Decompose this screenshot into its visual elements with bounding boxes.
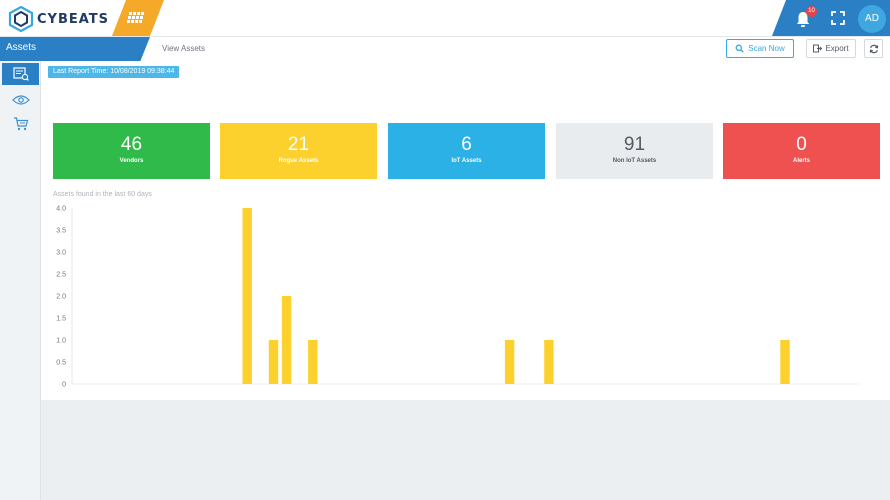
cart-scan-icon (13, 117, 28, 131)
breadcrumb[interactable]: View Assets (162, 44, 205, 53)
export-label: Export (825, 44, 849, 53)
y-tick-label: 2.0 (56, 294, 66, 301)
top-bar: CYBEATS 10 AD (0, 0, 890, 36)
chart-bar[interactable] (268, 340, 279, 384)
rogue-assets-count: 21 (287, 134, 310, 155)
y-tick-label: 3.5 (56, 228, 66, 235)
export-button[interactable]: Export (806, 39, 856, 58)
scan-now-button[interactable]: Scan Now (726, 39, 794, 58)
refresh-icon (869, 44, 878, 53)
sidebar-item-devices[interactable] (2, 89, 39, 111)
cybeats-logo[interactable]: CYBEATS (8, 6, 109, 32)
y-tick-label: 4.0 (56, 206, 66, 213)
sidebar-item-view-assets[interactable] (2, 63, 39, 85)
eye-icon (11, 95, 30, 105)
chart-bar[interactable] (308, 340, 318, 384)
y-tick-label: 3.0 (56, 250, 66, 257)
non-iot-assets-count: 91 (623, 134, 646, 155)
scan-now-label: Scan Now (748, 44, 785, 53)
alerts-label: Alerts (792, 158, 810, 164)
assets-bar-chart: 0 0.5 1.0 1.5 2.0 2.5 3.0 3.5 4.0 (56, 206, 859, 389)
iot-assets-count: 6 (461, 134, 472, 155)
rogue-assets-label: Rogue Assets (278, 158, 319, 164)
y-tick-label: 1.0 (56, 338, 66, 345)
non-iot-assets-label: Non IoT Assets (612, 158, 657, 164)
y-tick-label: 0.5 (56, 360, 66, 367)
fullscreen-icon[interactable] (830, 10, 846, 26)
sidebar (0, 61, 41, 500)
alerts-count: 0 (796, 134, 807, 155)
chart-bar[interactable] (780, 340, 790, 384)
chart-bar[interactable] (242, 208, 252, 384)
vendors-card[interactable]: 46 Vendors (53, 123, 210, 179)
search-icon (735, 44, 745, 53)
y-tick-label: 2.5 (56, 272, 66, 279)
apps-button[interactable] (112, 0, 164, 36)
apps-grid-icon (112, 0, 164, 36)
chart-title: Assets found in the last 60 days (53, 191, 152, 198)
rogue-assets-card[interactable]: 21 Rogue Assets (220, 123, 377, 179)
main-panel: Last Report Time: 10/08/2019 09:38:44 46… (41, 61, 890, 400)
alerts-card[interactable]: 0 Alerts (723, 123, 880, 179)
chart-bar[interactable] (504, 340, 515, 384)
vendors-label: Vendors (119, 158, 144, 164)
last-report-time: Last Report Time: 10/08/2019 09:38:44 (48, 66, 180, 78)
logo-text: CYBEATS (37, 11, 110, 27)
y-tick-label: 1.5 (56, 316, 66, 323)
chart-bar[interactable] (544, 340, 554, 384)
iot-assets-card[interactable]: 6 IoT Assets (388, 123, 545, 179)
refresh-button[interactable] (864, 39, 883, 58)
user-avatar[interactable]: AD (858, 5, 886, 33)
asset-list-icon (12, 67, 29, 81)
export-icon (813, 44, 823, 53)
sidebar-item-network-scan[interactable] (2, 113, 39, 135)
notification-badge: 10 (806, 6, 817, 17)
chart-bar[interactable] (281, 296, 292, 384)
vendors-count: 46 (120, 134, 143, 155)
sub-header: Assets View Assets Scan Now Export (0, 36, 890, 62)
section-tab-assets[interactable]: Assets (0, 37, 160, 62)
iot-assets-label: IoT Assets (451, 158, 482, 164)
cybeats-logo-icon (8, 6, 34, 32)
section-label: Assets (6, 42, 37, 53)
y-tick-label: 0 (62, 382, 66, 389)
non-iot-assets-card[interactable]: 91 Non IoT Assets (556, 123, 713, 179)
